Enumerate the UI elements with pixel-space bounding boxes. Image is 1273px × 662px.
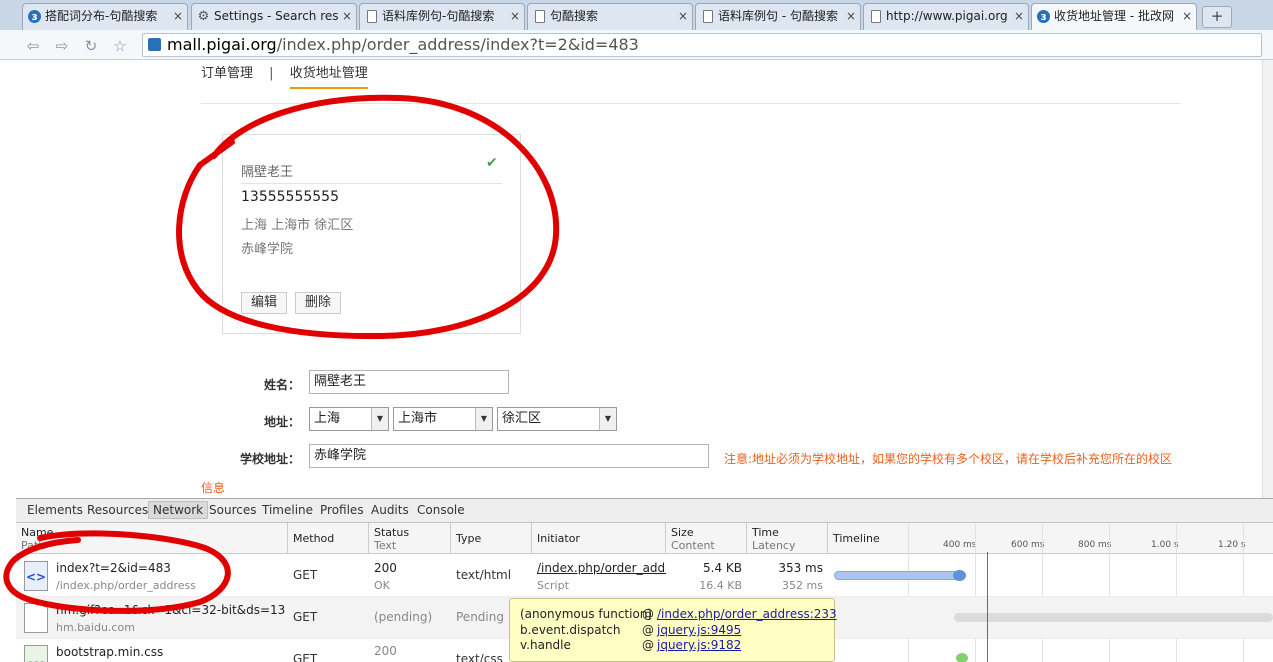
browser-window: ɜ 搭配词分布-句酷搜索 × ⚙ Settings - Search res ×…: [0, 0, 1273, 662]
annotation-overlay: [3, 94, 560, 614]
annotation-circle-request: [3, 530, 231, 614]
annotation-circle-address: [176, 94, 560, 340]
